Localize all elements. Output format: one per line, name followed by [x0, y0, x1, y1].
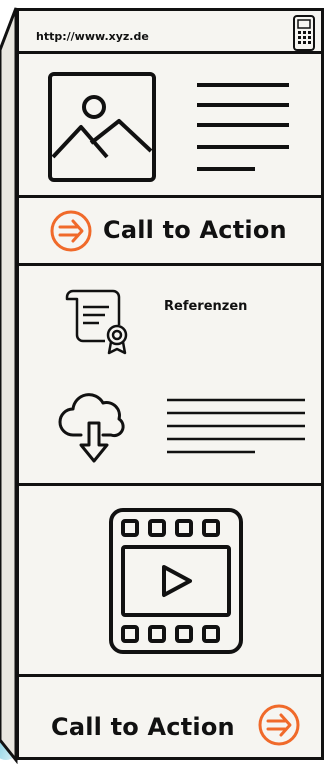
divider: [19, 483, 321, 486]
video-play-icon[interactable]: [108, 507, 244, 655]
arrow-circle-icon[interactable]: [49, 209, 93, 253]
call-to-action-button[interactable]: Call to Action: [51, 713, 235, 741]
text-lines-icon: [197, 83, 289, 171]
phone-icon: [293, 15, 315, 51]
cloud-download-icon: [58, 393, 125, 463]
divider: [19, 195, 321, 198]
url-text[interactable]: http://www.xyz.de: [36, 30, 149, 43]
call-to-action-button[interactable]: Call to Action: [103, 216, 287, 244]
divider: [19, 263, 321, 266]
certificate-icon: [65, 289, 128, 355]
divider: [19, 51, 321, 54]
text-lines-icon: [167, 398, 305, 454]
arrow-circle-icon[interactable]: [257, 703, 301, 747]
referenzen-label: Referenzen: [164, 299, 248, 314]
divider: [19, 674, 321, 677]
landing-page-wireframe: http://www.xyz.de Call to Action Referen…: [16, 8, 324, 760]
image-placeholder-icon: [48, 72, 156, 182]
